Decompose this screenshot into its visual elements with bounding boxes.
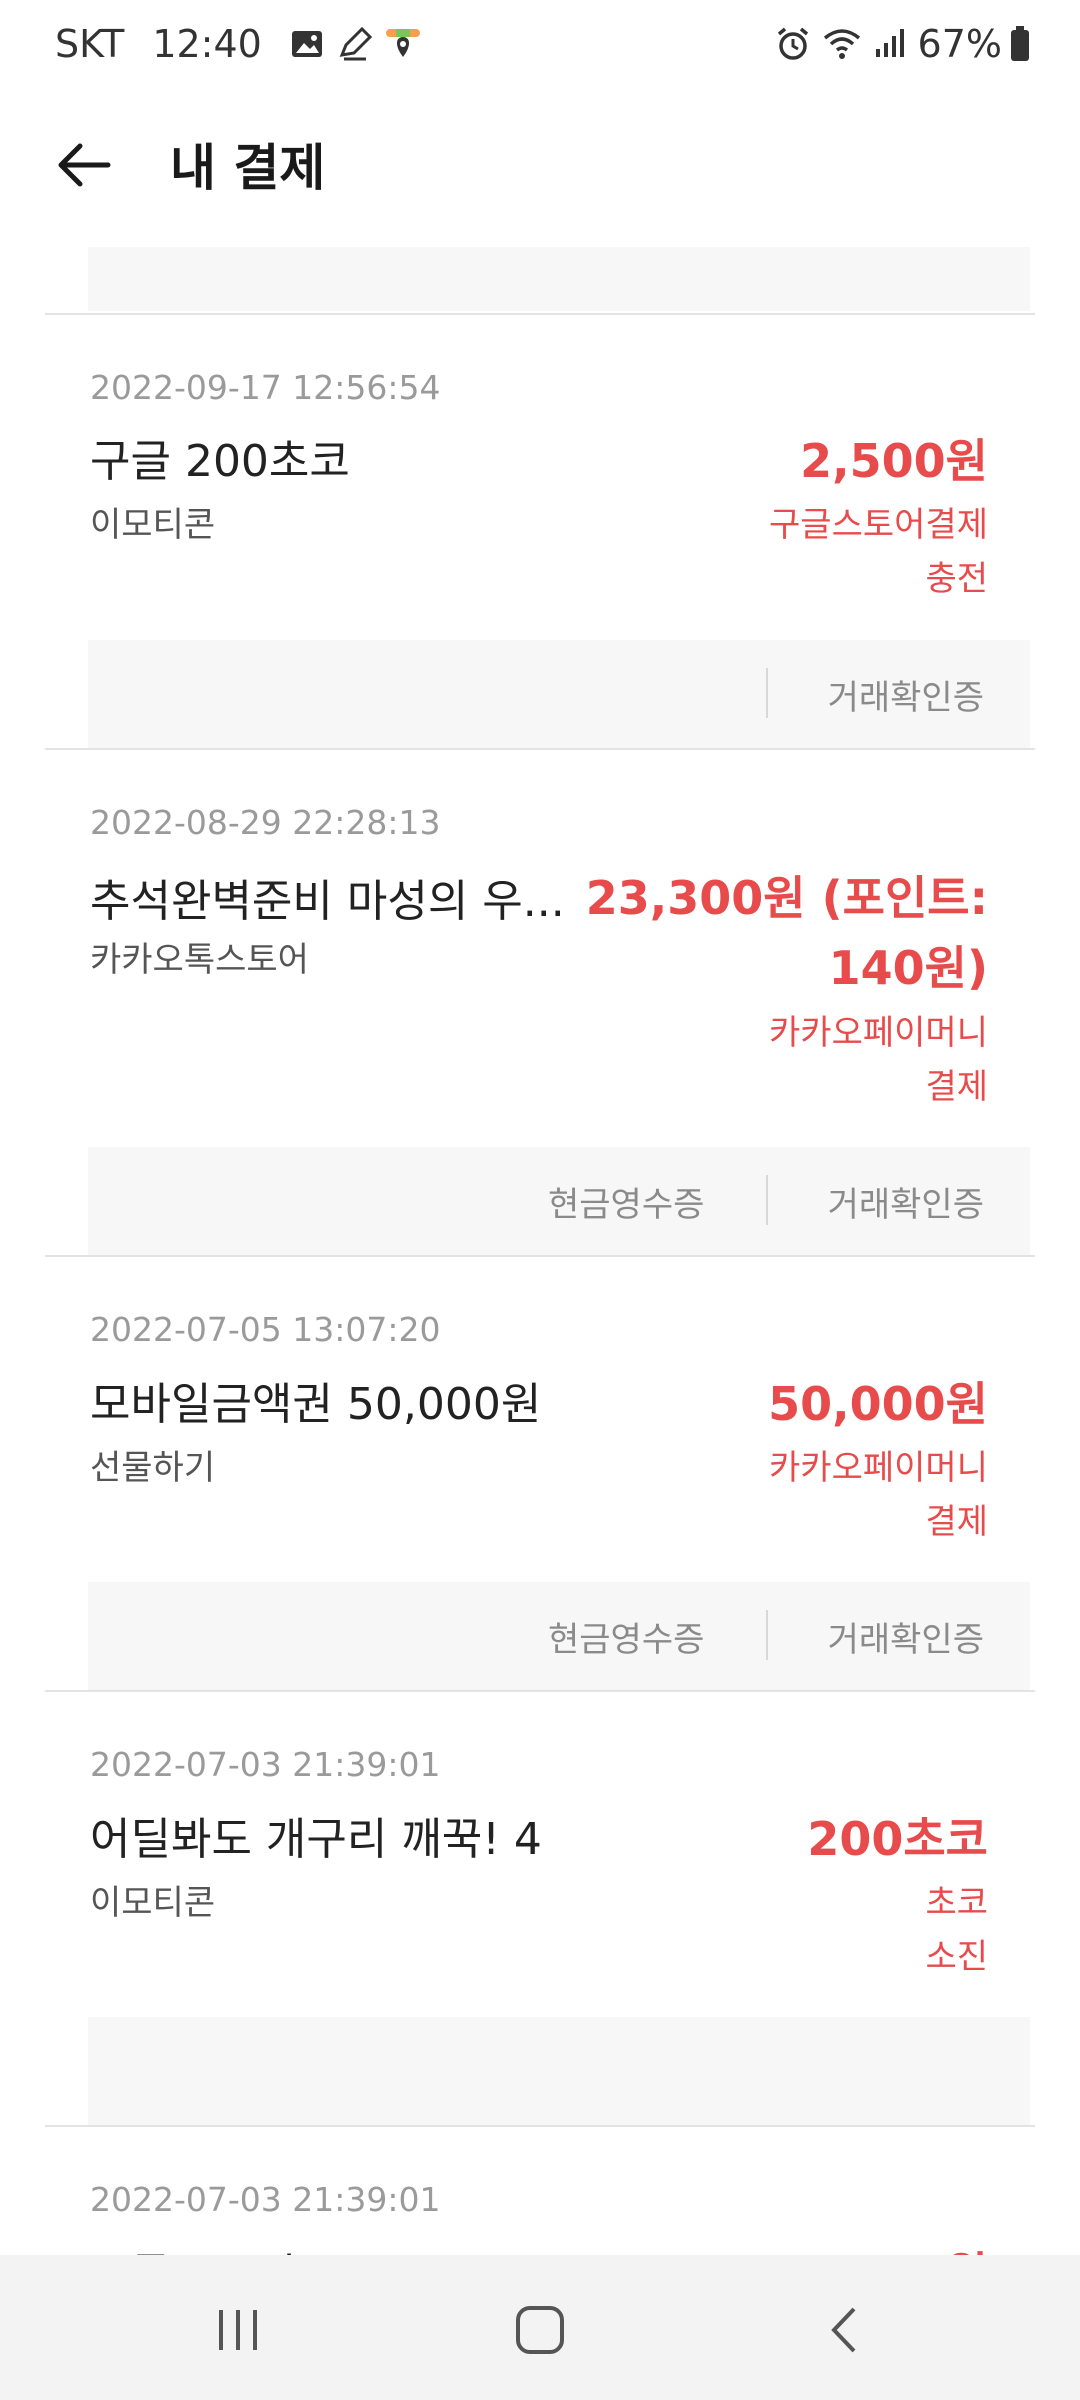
transaction-amount: 50,000원: [768, 1377, 988, 1431]
transaction-receipt-button[interactable]: 거래확인증: [828, 670, 984, 719]
cash-receipt-button[interactable]: 현금영수증: [548, 1612, 704, 1661]
transaction-receipt-button[interactable]: 거래확인증: [828, 1612, 984, 1661]
transaction-date: 2022-07-03 21:39:01: [90, 2180, 441, 2219]
payment-method: 초코: [925, 1883, 988, 1923]
action-separator: [766, 668, 768, 718]
recent-apps-button[interactable]: [198, 2295, 278, 2365]
transaction-date: 2022-08-29 22:28:13: [90, 803, 441, 842]
divider: [45, 748, 1035, 750]
divider: [45, 1255, 1035, 1257]
action-separator: [766, 1175, 768, 1225]
transaction-amount: 23,300원 (포인트:: [585, 871, 988, 925]
cash-receipt-button[interactable]: 현금영수증: [548, 1177, 704, 1226]
home-icon: [516, 2306, 564, 2354]
transaction-amount: 200초코: [807, 1812, 988, 1866]
previous-item-action-bar: [88, 247, 1030, 311]
transaction-date: 2022-09-17 12:56:54: [90, 368, 441, 407]
action-separator: [766, 1610, 768, 1660]
payment-type: 결제: [925, 1067, 988, 1107]
action-bar: 현금영수증 거래확인증: [88, 1147, 1030, 1255]
transaction-title: 어딜봐도 개구리 깨꾹! 4: [90, 1814, 542, 1865]
transaction-category: 이모티콘: [90, 1883, 216, 1923]
transaction-date: 2022-07-05 13:07:20: [90, 1310, 441, 1349]
system-back-button[interactable]: [805, 2295, 885, 2365]
back-icon: [831, 2307, 856, 2353]
transaction-amount-cont: 140원): [828, 941, 988, 995]
system-nav-bar: [0, 2255, 1080, 2400]
divider: [45, 1690, 1035, 1692]
transaction-category: 이모티콘: [90, 505, 216, 545]
payment-method: 카카오페이머니: [769, 1448, 988, 1488]
payment-list: 2022-09-17 12:56:54 구글 200초코 이모티콘 2,500원…: [0, 0, 1080, 2400]
payment-method: 카카오페이머니: [769, 1013, 988, 1053]
transaction-title: 추석완벽준비 마성의 우...: [90, 876, 565, 927]
payment-type: 소진: [925, 1937, 988, 1977]
transaction-title: 구글 200초코: [90, 436, 350, 487]
divider: [45, 2125, 1035, 2127]
transaction-date: 2022-07-03 21:39:01: [90, 1745, 441, 1784]
action-bar: [88, 2017, 1030, 2125]
recent-apps-icon: [219, 2310, 257, 2350]
payment-type: 결제: [925, 1502, 988, 1542]
action-bar: 거래확인증: [88, 640, 1030, 748]
transaction-title: 모바일금액권 50,000원: [90, 1379, 542, 1430]
transaction-category: 카카오톡스토어: [90, 940, 309, 980]
payment-type: 충전: [925, 559, 988, 599]
home-button[interactable]: [500, 2295, 580, 2365]
payment-method: 구글스토어결제: [769, 505, 988, 545]
transaction-amount: 2,500원: [800, 434, 988, 488]
divider: [45, 313, 1035, 315]
transaction-receipt-button[interactable]: 거래확인증: [828, 1177, 984, 1226]
action-bar: 현금영수증 거래확인증: [88, 1582, 1030, 1690]
transaction-category: 선물하기: [90, 1448, 216, 1488]
